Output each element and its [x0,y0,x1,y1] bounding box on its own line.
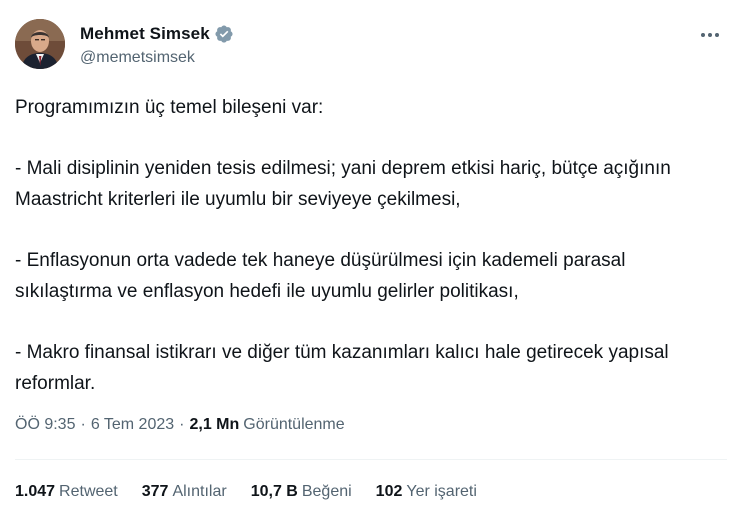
bookmarks-stat[interactable]: 102 Yer işareti [376,483,477,501]
divider [15,459,727,460]
tweet-paragraph: Programımızın üç temel bileşeni var: [15,97,324,118]
tweet-paragraph: - Enflasyonun orta vadede tek haneye düş… [15,250,626,302]
quotes-label: Alıntılar [172,483,227,500]
more-options-button[interactable] [693,22,727,48]
avatar-image [15,19,65,69]
name-row: Mehmet Simsek [80,23,234,45]
meta-separator: · [179,416,185,433]
likes-label: Beğeni [301,483,352,500]
retweets-count: 1.047 [15,483,56,500]
likes-count: 10,7 B [250,483,298,500]
verified-badge-icon[interactable] [214,24,234,44]
views-label: Görüntülenme [243,416,345,433]
quotes-stat[interactable]: 377 Alıntılar [142,483,227,501]
likes-stat[interactable]: 10,7 B Beğeni [251,483,352,501]
author-identity: Mehmet Simsek @memetsimsek [80,23,234,67]
author-handle[interactable]: @memetsimsek [80,49,234,67]
views-count: 2,1 Mn [189,416,240,433]
bookmarks-count: 102 [375,483,403,500]
tweet-date[interactable]: 6 Tem 2023 [91,416,174,434]
tweet-time[interactable]: ÖÖ 9:35 [15,416,75,434]
tweet-text: Programımızın üç temel bileşeni var: - M… [15,92,727,399]
bookmarks-label: Yer işareti [406,483,477,500]
tweet-paragraph: - Mali disiplinin yeniden tesis edilmesi… [15,158,671,210]
retweets-stat[interactable]: 1.047 Retweet [15,483,118,501]
tweet-paragraph: - Makro finansal istikrarı ve diğer tüm … [15,342,669,394]
retweets-label: Retweet [59,483,118,500]
avatar[interactable] [15,19,65,69]
more-horizontal-icon [701,33,719,37]
engagement-stats: 1.047 Retweet 377 Alıntılar 10,7 B Beğen… [15,481,501,503]
tweet-meta: ÖÖ 9:35 · 6 Tem 2023 · 2,1 Mn Görüntülen… [15,414,345,436]
author-name[interactable]: Mehmet Simsek [80,24,210,44]
meta-separator: · [80,416,86,433]
tweet-header: Mehmet Simsek @memetsimsek [15,18,727,72]
quotes-count: 377 [141,483,169,500]
tweet-card: Mehmet Simsek @memetsimsek Programımızın… [0,0,742,509]
